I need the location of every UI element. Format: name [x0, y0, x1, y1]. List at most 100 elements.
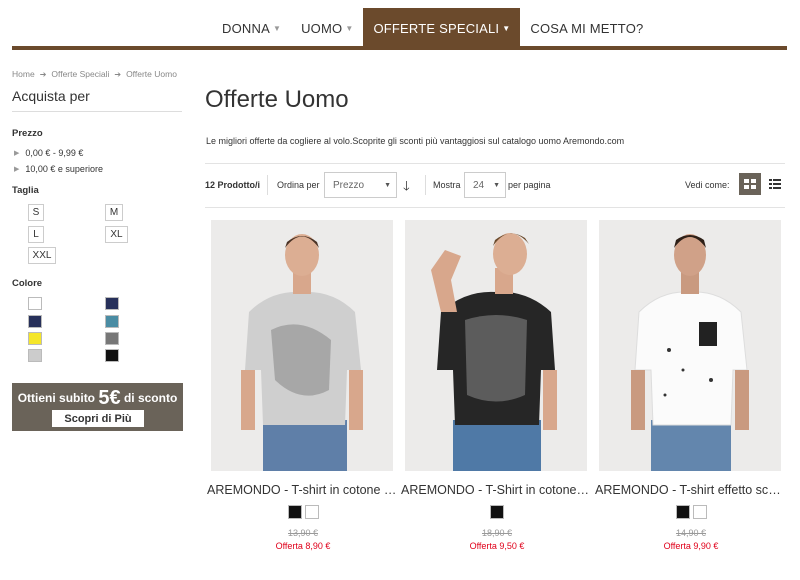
- caret-down-icon: ▼: [345, 23, 354, 33]
- product-count: 12 Prodotto/i: [205, 180, 261, 190]
- nav-item-label: UOMO: [301, 20, 343, 36]
- main-menu: DONNA ▼ UOMO ▼ OFFERTE SPECIALI ▼ COSA M…: [212, 8, 653, 48]
- model-photo-placeholder: [599, 220, 781, 471]
- price-filter-title: Prezzo: [12, 128, 43, 139]
- old-price: 18,90 €: [481, 528, 513, 538]
- caret-down-icon: ▼: [384, 182, 391, 189]
- show-label: Mostra: [433, 180, 461, 190]
- chevron-right-icon: ▶: [14, 166, 20, 173]
- product-color-swatch[interactable]: [287, 505, 302, 519]
- per-page-value: 24: [473, 179, 485, 191]
- color-swatch[interactable]: [105, 297, 119, 310]
- color-filter-title: Colore: [12, 278, 43, 289]
- promo-amount: 5€: [98, 387, 121, 409]
- color-swatch[interactable]: [28, 349, 42, 362]
- color-filter: [12, 297, 182, 367]
- caret-down-icon: ▼: [493, 182, 500, 189]
- breadcrumb: Home ➔ Offerte Speciali ➔ Offerte Uomo: [12, 69, 177, 79]
- model-photo-placeholder: [405, 220, 587, 471]
- promo-text: Ottieni subito 5€ di sconto: [12, 387, 183, 410]
- sidebar-title: Acquista per: [12, 88, 182, 112]
- per-page-label: per pagina: [508, 180, 551, 190]
- model-photo-placeholder: [211, 220, 393, 471]
- promo-banner[interactable]: Ottieni subito 5€ di sconto Scopri di Pi…: [12, 383, 183, 431]
- nav-item-label: OFFERTE SPECIALI: [373, 20, 500, 36]
- nav-item-offerte-speciali[interactable]: OFFERTE SPECIALI ▼: [363, 8, 521, 48]
- list-view-button[interactable]: [764, 173, 786, 195]
- product-color-options: [599, 505, 783, 519]
- product-color-swatch[interactable]: [675, 505, 690, 519]
- offer-price: Offerta 8,90 €: [275, 541, 331, 551]
- product-name[interactable]: AREMONDO - T-shirt in cotone stampata: [207, 483, 397, 497]
- size-filter-title: Taglia: [12, 185, 39, 196]
- price-option-label: 0,00 € - 9,99 €: [25, 148, 84, 158]
- product-image[interactable]: [599, 220, 781, 471]
- old-price: 14,90 €: [675, 528, 707, 538]
- arrow-right-icon: ➔: [114, 69, 122, 79]
- offer-price: Offerta 9,90 €: [663, 541, 719, 551]
- breadcrumb-home[interactable]: Home: [12, 69, 35, 79]
- product-image[interactable]: [211, 220, 393, 471]
- divider: [425, 175, 426, 195]
- sort-direction-arrow-icon[interactable]: 🡓: [403, 177, 410, 199]
- product-name[interactable]: AREMONDO - T-Shirt in cotone stampata: [401, 483, 591, 497]
- product-color-options: [211, 505, 395, 519]
- product-card: AREMONDO - T-shirt in cotone stampata 13…: [207, 220, 397, 551]
- color-swatch[interactable]: [105, 349, 119, 362]
- sort-label: Ordina per: [277, 180, 320, 190]
- nav-item-uomo[interactable]: UOMO ▼: [291, 8, 363, 48]
- product-name[interactable]: AREMONDO - T-shirt effetto schizzi: [595, 483, 785, 497]
- grid-icon: [744, 179, 756, 189]
- caret-down-icon: ▼: [272, 23, 282, 33]
- product-color-swatch[interactable]: [304, 505, 319, 519]
- size-option-xxl[interactable]: XXL: [28, 247, 56, 264]
- product-color-options: [405, 505, 589, 519]
- product-card: AREMONDO - T-Shirt in cotone stampata 18…: [401, 220, 591, 551]
- old-price: 13,90 €: [287, 528, 319, 538]
- size-option-m[interactable]: M: [105, 204, 123, 221]
- nav-item-donna[interactable]: DONNA ▼: [212, 8, 291, 48]
- breadcrumb-current: Offerte Uomo: [126, 69, 177, 79]
- nav-item-label: DONNA: [222, 20, 270, 36]
- promo-discover-button[interactable]: Scopri di Più: [52, 410, 144, 427]
- nav-divider: [12, 46, 787, 50]
- color-swatch[interactable]: [105, 332, 119, 345]
- nav-item-cosa-mi-metto[interactable]: COSA MI METTO?: [520, 8, 653, 48]
- promo-text-after: di sconto: [123, 391, 178, 405]
- list-icon: [769, 179, 781, 189]
- caret-down-icon: ▼: [502, 23, 511, 33]
- breadcrumb-offerte-speciali[interactable]: Offerte Speciali: [51, 69, 109, 79]
- price-filter-option[interactable]: ▶ 0,00 € - 9,99 €: [12, 145, 182, 161]
- view-as-label: Vedi come:: [685, 180, 730, 190]
- divider: [205, 163, 785, 164]
- product-toolbar: 12 Prodotto/i Ordina per Prezzo ▼ 🡓 Most…: [205, 171, 785, 199]
- product-image[interactable]: [405, 220, 587, 471]
- arrow-right-icon: ➔: [39, 69, 47, 79]
- size-option-xl[interactable]: XL: [105, 226, 128, 243]
- color-swatch[interactable]: [28, 297, 42, 310]
- grid-view-button[interactable]: [739, 173, 761, 195]
- size-option-s[interactable]: S: [28, 204, 44, 221]
- size-option-l[interactable]: L: [28, 226, 44, 243]
- product-card: AREMONDO - T-shirt effetto schizzi 14,90…: [595, 220, 785, 551]
- divider: [267, 175, 268, 195]
- product-color-swatch[interactable]: [490, 505, 504, 519]
- sort-select-value: Prezzo: [333, 179, 365, 191]
- top-navigation: DONNA ▼ UOMO ▼ OFFERTE SPECIALI ▼ COSA M…: [12, 8, 787, 48]
- category-description: Le migliori offerte da cogliere al volo.…: [206, 136, 625, 146]
- offer-price: Offerta 9,50 €: [469, 541, 525, 551]
- price-option-label: 10,00 € e superiore: [25, 164, 103, 174]
- promo-text-before: Ottieni subito: [17, 391, 96, 405]
- size-filter: S M L XL XXL: [12, 204, 182, 264]
- color-swatch[interactable]: [105, 315, 119, 328]
- sort-select[interactable]: Prezzo ▼: [324, 172, 397, 198]
- chevron-right-icon: ▶: [14, 150, 20, 157]
- per-page-select[interactable]: 24 ▼: [464, 172, 506, 198]
- nav-item-label: COSA MI METTO?: [530, 20, 644, 36]
- divider: [205, 207, 785, 208]
- page-title: Offerte Uomo: [205, 86, 349, 113]
- color-swatch[interactable]: [28, 332, 42, 345]
- product-color-swatch[interactable]: [692, 505, 707, 519]
- color-swatch[interactable]: [28, 315, 42, 328]
- price-filter-option[interactable]: ▶ 10,00 € e superiore: [12, 161, 182, 177]
